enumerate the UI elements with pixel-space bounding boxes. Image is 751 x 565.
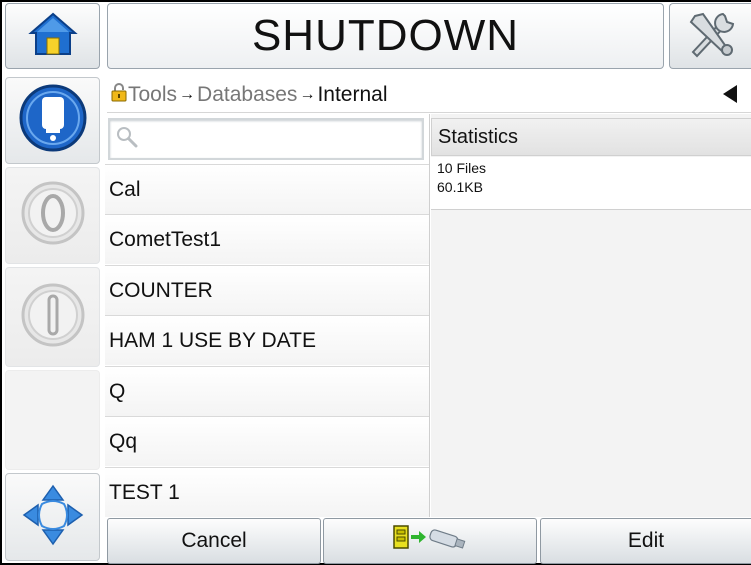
list-item[interactable]: COUNTER	[105, 265, 429, 315]
jet-off-icon	[20, 282, 86, 353]
machine-state-title-bar: SHUTDOWN	[107, 3, 664, 69]
file-count: 10 Files	[437, 160, 487, 176]
jet-start-button[interactable]	[5, 167, 100, 264]
home-button[interactable]	[5, 3, 100, 69]
list-item[interactable]: HAM 1 USE BY DATE	[105, 315, 429, 365]
database-name: TEST 1	[109, 480, 180, 504]
breadcrumb-item-databases[interactable]: Databases	[197, 83, 297, 107]
jet-stop-button[interactable]	[5, 267, 100, 367]
home-icon	[27, 11, 78, 62]
export-to-usb-icon	[392, 524, 468, 558]
breadcrumb-separator: →	[299, 85, 316, 103]
search-input[interactable]	[108, 118, 424, 160]
ink-system-status-button[interactable]	[5, 77, 100, 164]
search-icon	[116, 126, 138, 153]
database-size: 60.1KB	[437, 179, 483, 195]
list-item[interactable]: CometTest1	[105, 214, 429, 264]
database-name: Q	[109, 379, 126, 403]
back-arrow-icon[interactable]	[723, 85, 737, 103]
list-item[interactable]: Qq	[105, 416, 429, 466]
database-name: HAM 1 USE BY DATE	[109, 328, 316, 352]
left-status-column	[5, 77, 100, 564]
statistics-panel: Statistics 10 Files 60.1KB	[431, 114, 751, 517]
export-to-usb-button[interactable]	[323, 518, 537, 564]
database-name: CometTest1	[109, 227, 222, 251]
edit-label: Edit	[627, 529, 665, 552]
edit-button[interactable]: Edit	[540, 518, 751, 564]
statistics-body: 10 Files 60.1KB	[431, 157, 751, 210]
ink-drop-icon	[18, 83, 88, 158]
database-name: Qq	[109, 429, 138, 453]
list-item[interactable]: Q	[105, 366, 429, 416]
list-item[interactable]: Cal	[105, 164, 429, 214]
list-item[interactable]: TEST 1	[105, 467, 429, 517]
statistics-title: Statistics	[438, 125, 519, 148]
breadcrumb-item-tools[interactable]: Tools	[128, 83, 177, 107]
database-list: Cal CometTest1 COUNTER HAM 1 USE BY DATE…	[105, 114, 430, 517]
machine-state-title: SHUTDOWN	[251, 11, 520, 60]
breadcrumb-item-internal: Internal	[317, 82, 388, 106]
breadcrumb-separator: →	[179, 85, 196, 103]
database-name: Cal	[109, 177, 141, 201]
cancel-label: Cancel	[181, 529, 247, 552]
empty-status-slot	[5, 370, 100, 470]
jet-on-icon	[20, 180, 86, 251]
tools-icon	[683, 8, 739, 65]
tools-button[interactable]	[669, 3, 751, 69]
breadcrumb: Tools → Databases → Internal	[107, 77, 751, 113]
statistics-header: Statistics	[431, 118, 751, 156]
lock-icon	[111, 82, 127, 108]
database-name: COUNTER	[109, 278, 213, 302]
navigation-arrows-icon	[20, 482, 86, 553]
navigation-button[interactable]	[5, 473, 100, 561]
cancel-button[interactable]: Cancel	[107, 518, 321, 564]
